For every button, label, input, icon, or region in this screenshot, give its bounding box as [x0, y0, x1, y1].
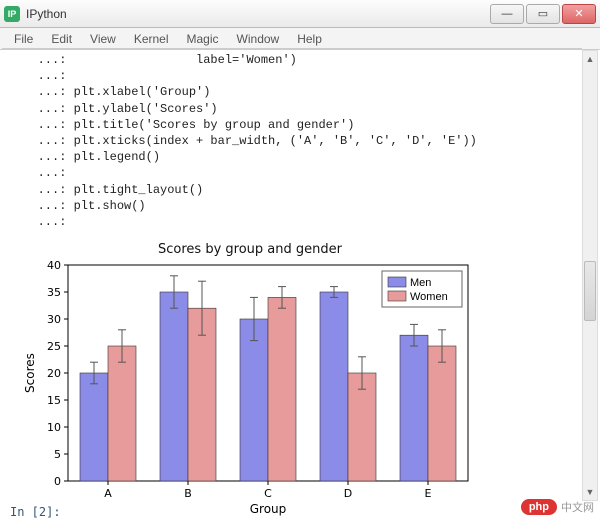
minimize-button[interactable]: —	[490, 4, 524, 24]
bar-men	[400, 335, 428, 481]
menu-help[interactable]: Help	[289, 30, 330, 48]
x-tick-label: E	[425, 487, 432, 500]
menu-bar: File Edit View Kernel Magic Window Help	[0, 28, 600, 50]
menu-edit[interactable]: Edit	[43, 30, 80, 48]
legend-swatch-men	[388, 277, 406, 287]
watermark-brand: php	[521, 499, 557, 515]
chart-title: Scores by group and gender	[20, 242, 480, 257]
y-tick-label: 5	[54, 448, 61, 461]
window-title: IPython	[26, 7, 490, 21]
bar-men	[80, 373, 108, 481]
bar-men	[240, 319, 268, 481]
y-tick-label: 20	[47, 367, 61, 380]
watermark: php 中文网	[521, 499, 594, 515]
app-icon: IP	[4, 6, 20, 22]
menu-magic[interactable]: Magic	[179, 30, 227, 48]
y-tick-label: 15	[47, 394, 61, 407]
x-tick-label: B	[184, 487, 192, 500]
bar-men	[160, 292, 188, 481]
bar-women	[428, 346, 456, 481]
y-tick-label: 35	[47, 286, 61, 299]
watermark-text: 中文网	[561, 499, 594, 515]
legend-label-women: Women	[410, 291, 448, 303]
y-axis-label: Scores	[23, 353, 37, 393]
menu-view[interactable]: View	[82, 30, 124, 48]
bar-men	[320, 292, 348, 481]
y-tick-label: 25	[47, 340, 61, 353]
menu-kernel[interactable]: Kernel	[126, 30, 177, 48]
code-block: ...: label='Women') ...: ...: plt.xlabel…	[0, 50, 600, 238]
legend-swatch-women	[388, 291, 406, 301]
menu-window[interactable]: Window	[229, 30, 288, 48]
scroll-thumb[interactable]	[584, 261, 596, 321]
chart-output: Scores by group and gender 0 5 10 15 20 25 30 3…	[20, 242, 480, 519]
window-titlebar: IP IPython — ▭ ✕	[0, 0, 600, 28]
content-divider	[2, 48, 582, 49]
scroll-up-icon[interactable]: ▲	[583, 51, 597, 67]
y-tick-label: 30	[47, 313, 61, 326]
chart-svg: 0 5 10 15 20 25 30 35 40 Scores A B C D E Group Men Women	[20, 259, 480, 519]
maximize-button[interactable]: ▭	[526, 4, 560, 24]
y-tick-label: 10	[47, 421, 61, 434]
scroll-down-icon[interactable]: ▼	[583, 484, 597, 500]
y-tick-label: 0	[54, 475, 61, 488]
window-buttons: — ▭ ✕	[490, 4, 596, 24]
x-tick-label: C	[264, 487, 272, 500]
x-tick-label: D	[344, 487, 352, 500]
bar-women	[268, 297, 296, 481]
close-button[interactable]: ✕	[562, 4, 596, 24]
menu-file[interactable]: File	[6, 30, 41, 48]
next-input-prompt[interactable]: In [2]:	[10, 505, 61, 519]
x-tick-label: A	[104, 487, 112, 500]
vertical-scrollbar[interactable]: ▲ ▼	[582, 50, 598, 501]
bar-women	[108, 346, 136, 481]
x-axis-label: Group	[250, 502, 287, 516]
chart-plot: 0 5 10 15 20 25 30 35 40 Scores A B C D E Group Men Women	[20, 259, 480, 519]
console-content: ...: label='Women') ...: ...: plt.xlabel…	[0, 50, 600, 521]
y-tick-label: 40	[47, 259, 61, 272]
legend-label-men: Men	[410, 277, 431, 289]
